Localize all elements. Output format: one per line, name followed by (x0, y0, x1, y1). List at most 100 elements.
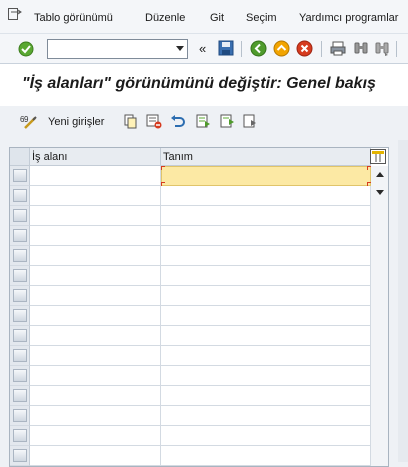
row-selector[interactable] (10, 406, 30, 426)
cell-description[interactable] (161, 166, 371, 186)
application-toolbar: 6 9 Yeni girişler (0, 106, 408, 136)
row-selector[interactable] (10, 226, 30, 246)
row-select-button[interactable] (13, 169, 27, 182)
row-selector[interactable] (10, 286, 30, 306)
cell-business-area[interactable] (30, 246, 161, 266)
cell-business-area[interactable] (30, 426, 161, 446)
cell-business-area[interactable] (30, 346, 161, 366)
row-selector[interactable] (10, 266, 30, 286)
row-select-button[interactable] (13, 429, 27, 442)
row-select-button[interactable] (13, 309, 27, 322)
cell-description[interactable] (161, 306, 371, 326)
menu-item-table-view[interactable]: Tablo görünümü (34, 12, 113, 24)
cell-description[interactable] (161, 426, 371, 446)
row-select-button[interactable] (13, 409, 27, 422)
cell-description[interactable] (161, 266, 371, 286)
cell-business-area[interactable] (30, 386, 161, 406)
menu-item-selection[interactable]: Seçim (246, 12, 277, 24)
cancel-icon[interactable] (296, 40, 313, 57)
column-settings-icon[interactable] (370, 149, 386, 164)
row-selector[interactable] (10, 326, 30, 346)
menu-item-edit[interactable]: Düzenle (145, 12, 185, 24)
new-entries-button[interactable]: Yeni girişler (48, 116, 104, 128)
print-icon[interactable] (330, 41, 346, 56)
cell-business-area[interactable] (30, 166, 161, 186)
find-next-icon[interactable] (374, 41, 390, 56)
select-entry-icon[interactable] (243, 114, 258, 129)
row-selector[interactable] (10, 246, 30, 266)
menu-icon[interactable] (8, 8, 22, 20)
cell-description[interactable] (161, 246, 371, 266)
column-header-business-area[interactable]: İş alanı (30, 148, 161, 166)
row-select-button[interactable] (13, 369, 27, 382)
cell-description[interactable] (161, 206, 371, 226)
vertical-scrollbar[interactable] (371, 166, 388, 466)
toolbar-separator (396, 41, 397, 57)
cell-business-area[interactable] (30, 186, 161, 206)
row-select-button[interactable] (13, 389, 27, 402)
row-selector[interactable] (10, 346, 30, 366)
row-select-button[interactable] (13, 329, 27, 342)
cell-business-area[interactable] (30, 286, 161, 306)
row-selector[interactable] (10, 366, 30, 386)
menu-item-goto[interactable]: Git (210, 12, 224, 24)
cell-description[interactable] (161, 286, 371, 306)
cell-description[interactable] (161, 346, 371, 366)
chevron-down-icon[interactable] (176, 46, 184, 51)
row-select-button[interactable] (13, 349, 27, 362)
row-select-button[interactable] (13, 289, 27, 302)
svg-text:9: 9 (24, 115, 29, 124)
exit-icon[interactable] (273, 40, 290, 57)
cell-business-area[interactable] (30, 206, 161, 226)
row-selector[interactable] (10, 206, 30, 226)
cell-business-area[interactable] (30, 446, 161, 466)
row-select-button[interactable] (13, 249, 27, 262)
row-select-button[interactable] (13, 229, 27, 242)
row-selector[interactable] (10, 306, 30, 326)
scroll-up-icon[interactable] (376, 172, 384, 177)
cell-business-area[interactable] (30, 306, 161, 326)
row-select-button[interactable] (13, 449, 27, 462)
row-selector[interactable] (10, 166, 30, 186)
save-icon[interactable] (218, 40, 234, 56)
row-select-button[interactable] (13, 269, 27, 282)
row-selector[interactable] (10, 446, 30, 466)
page-title: "İş alanları" görünümünü değiştir: Genel… (22, 75, 376, 92)
copy-icon[interactable] (124, 114, 138, 129)
find-icon[interactable] (353, 41, 369, 56)
collapse-double-chevron-icon[interactable]: « (199, 41, 206, 56)
cell-business-area[interactable] (30, 406, 161, 426)
menu-bar: Tablo görünümü Düzenle Git Seçim Yardımc… (0, 0, 408, 34)
cell-business-area[interactable] (30, 366, 161, 386)
cell-business-area[interactable] (30, 326, 161, 346)
previous-entry-icon[interactable] (196, 114, 211, 129)
cell-description[interactable] (161, 226, 371, 246)
undo-icon[interactable] (170, 114, 186, 128)
cell-business-area[interactable] (30, 266, 161, 286)
focus-corner-marker (161, 166, 165, 170)
column-header-description[interactable]: Tanım (161, 148, 371, 166)
cell-description[interactable] (161, 366, 371, 386)
row-selector[interactable] (10, 426, 30, 446)
cell-description[interactable] (161, 446, 371, 466)
title-bar: "İş alanları" görünümünü değiştir: Genel… (0, 64, 408, 106)
select-all-header[interactable] (10, 148, 30, 166)
command-field[interactable] (47, 39, 188, 59)
cell-description[interactable] (161, 386, 371, 406)
row-select-button[interactable] (13, 209, 27, 222)
back-icon[interactable] (250, 40, 267, 57)
scroll-down-icon[interactable] (376, 190, 384, 195)
menu-item-utilities[interactable]: Yardımcı programlar (299, 12, 398, 24)
cell-description[interactable] (161, 326, 371, 346)
cell-description[interactable] (161, 186, 371, 206)
delete-row-icon[interactable] (146, 114, 162, 129)
command-input[interactable] (48, 40, 168, 58)
enter-check-icon[interactable] (18, 41, 34, 57)
cell-business-area[interactable] (30, 226, 161, 246)
row-selector[interactable] (10, 386, 30, 406)
row-select-button[interactable] (13, 189, 27, 202)
cell-description[interactable] (161, 406, 371, 426)
next-entry-icon[interactable] (220, 114, 235, 129)
row-selector[interactable] (10, 186, 30, 206)
edit-pencil-icon[interactable]: 6 9 (20, 114, 38, 130)
